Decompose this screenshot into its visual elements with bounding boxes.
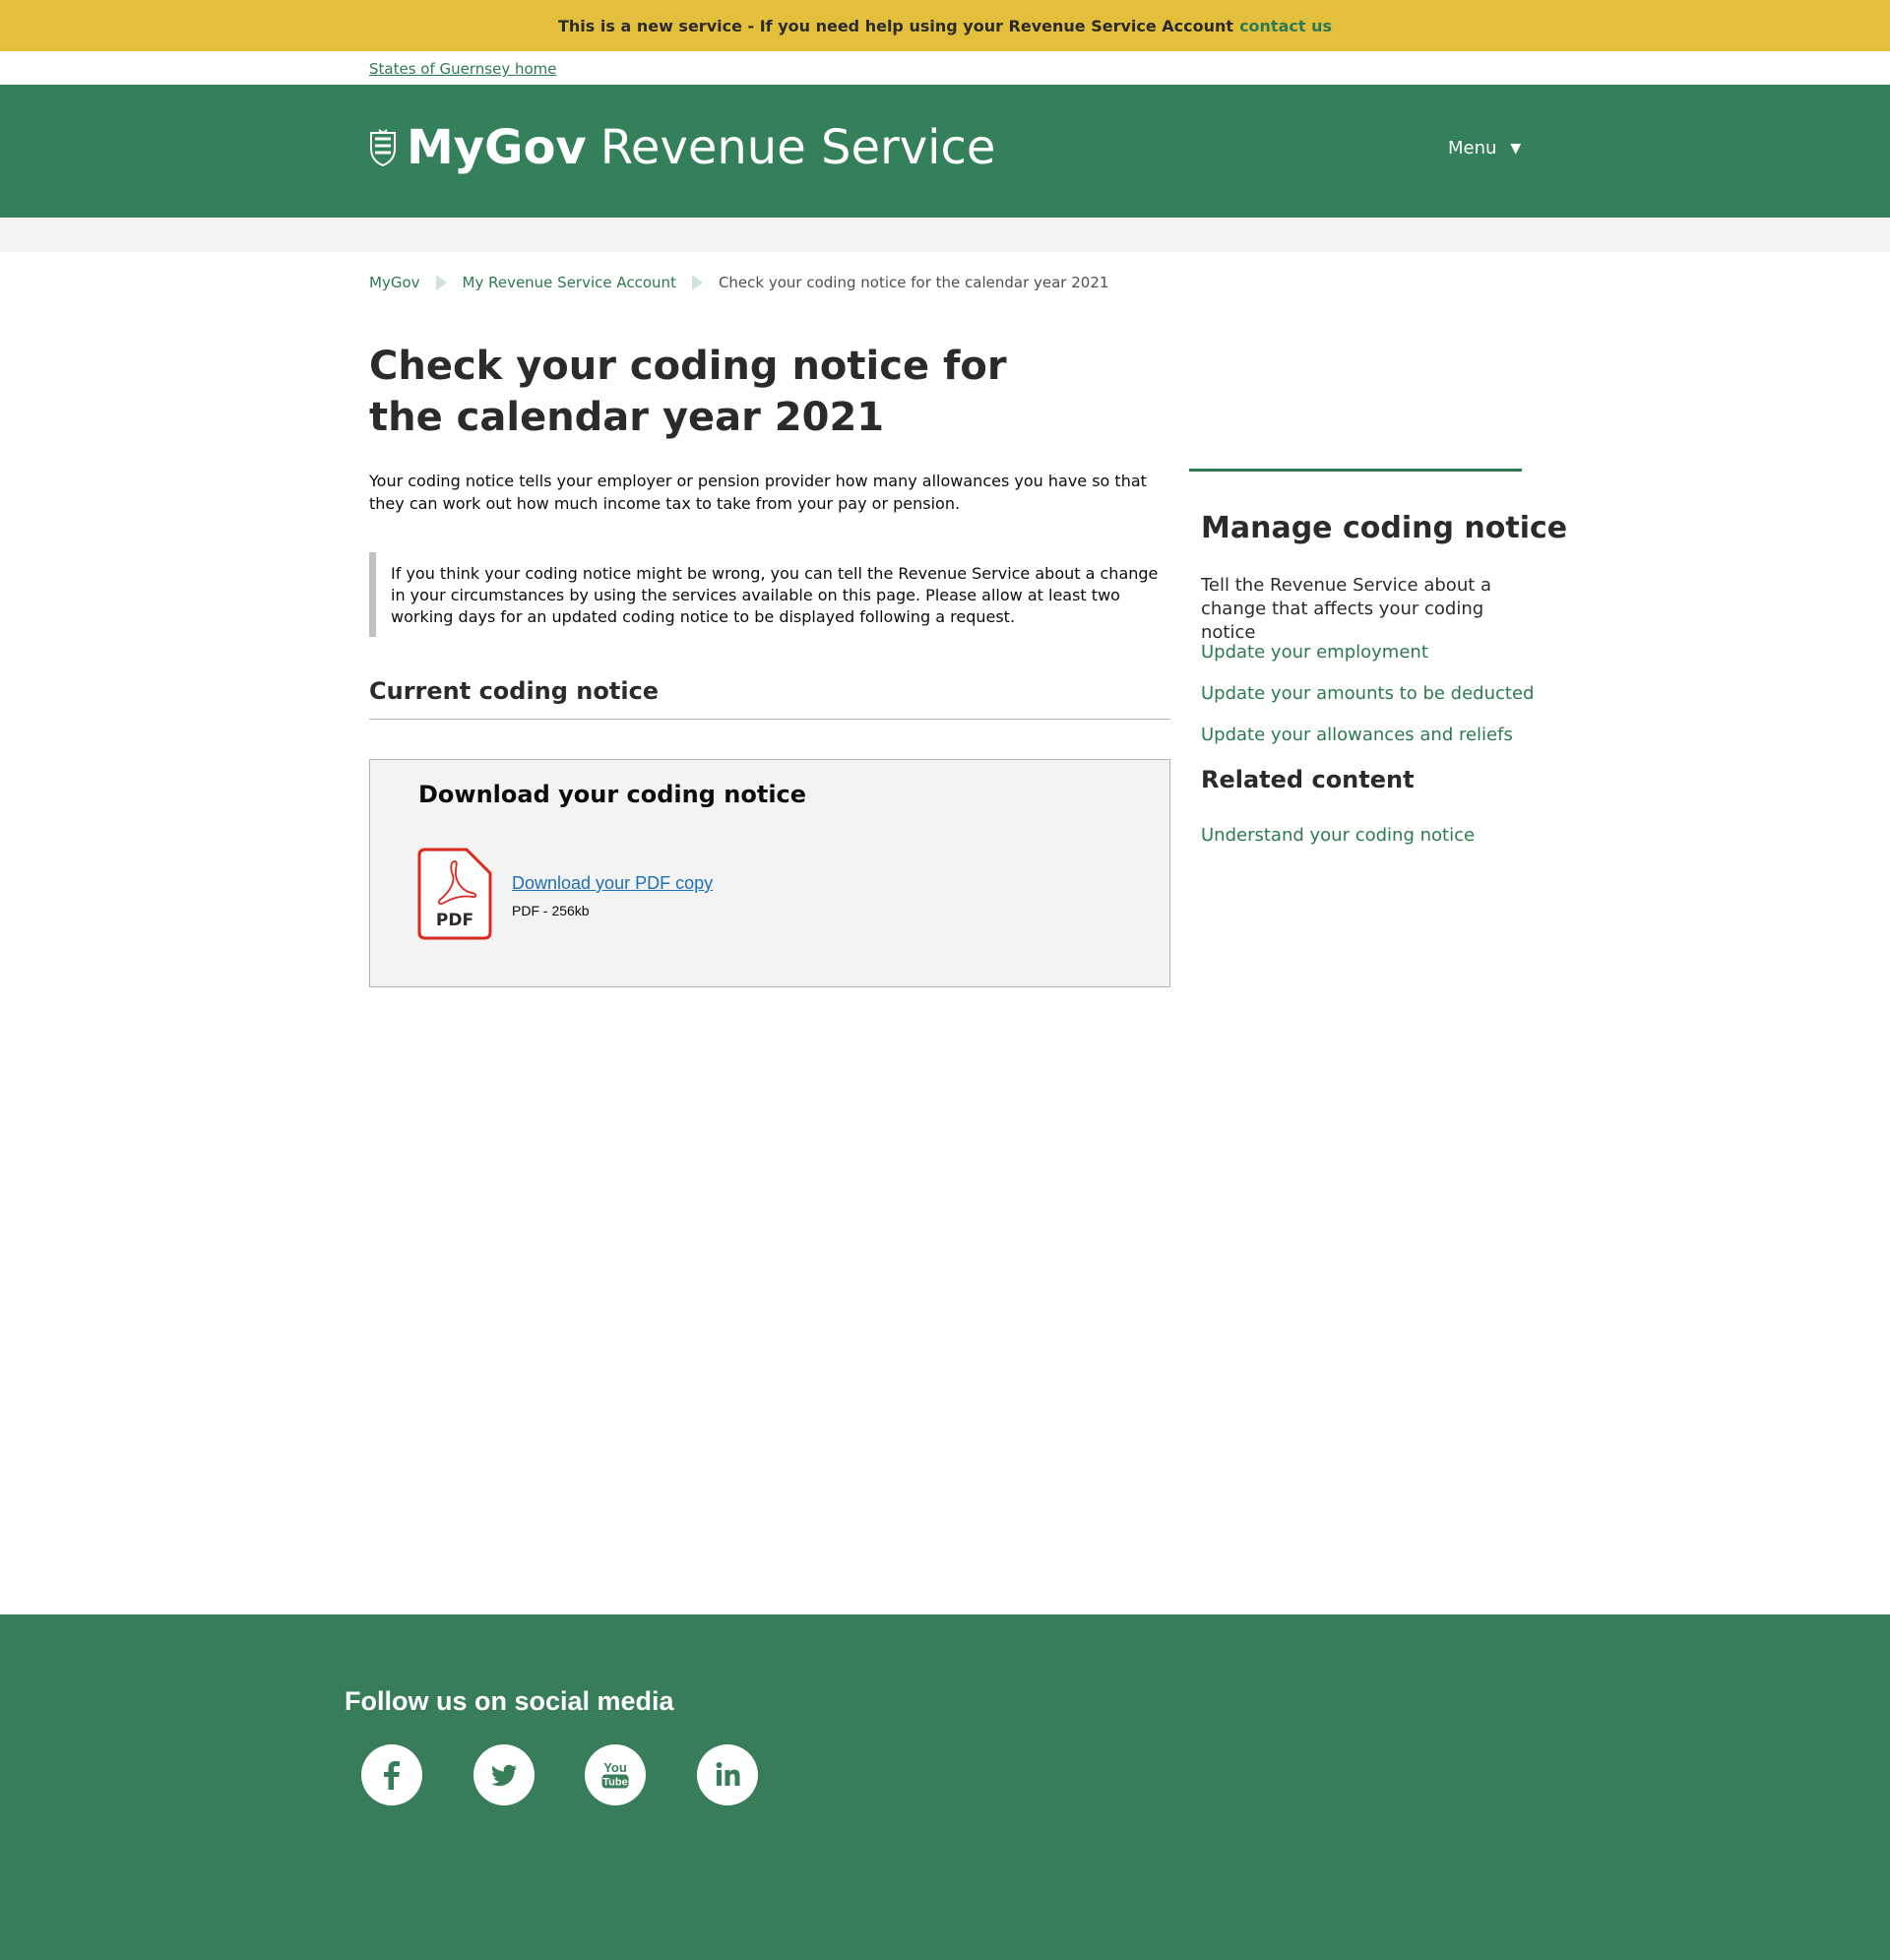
twitter-link[interactable] [473, 1744, 535, 1805]
guernsey-crest-icon [370, 129, 396, 166]
top-links-bar: States of Guernsey home [0, 51, 1890, 85]
download-heading: Download your coding notice [418, 781, 807, 808]
current-coding-notice-heading: Current coding notice [369, 677, 1170, 720]
download-pdf-link[interactable]: Download your PDF copy [512, 873, 713, 894]
breadcrumb: MyGov My Revenue Service Account Check y… [369, 274, 1108, 291]
home-logo-link[interactable]: MyGov Revenue Service [369, 120, 995, 175]
update-allowances-link[interactable]: Update your allowances and reliefs [1201, 725, 1513, 745]
related-content-heading: Related content [1201, 766, 1415, 793]
pdf-file-size: PDF - 256kb [512, 903, 590, 918]
breadcrumb-item-mygov[interactable]: MyGov [369, 274, 420, 291]
breadcrumb-item-revenue-account[interactable]: My Revenue Service Account [463, 274, 676, 291]
header-divider-bar [0, 218, 1890, 252]
breadcrumb-separator-icon [435, 275, 447, 290]
service-banner: This is a new service - If you need help… [0, 0, 1890, 51]
menu-button[interactable]: Menu ▼ [1448, 138, 1521, 158]
youtube-link[interactable]: You Tube [585, 1744, 646, 1805]
caret-down-icon: ▼ [1510, 140, 1522, 157]
linkedin-icon [716, 1762, 740, 1786]
banner-text: This is a new service - If you need help… [558, 16, 1234, 35]
brand-revenue-service: Revenue Service [599, 120, 996, 175]
download-panel: Download your coding notice PDF Download… [369, 759, 1170, 987]
youtube-icon: You Tube [601, 1760, 629, 1789]
pdf-file-icon: PDF [417, 848, 492, 940]
brand-mygov: MyGov [407, 120, 587, 175]
facebook-icon [384, 1761, 400, 1790]
social-heading: Follow us on social media [345, 1686, 674, 1716]
menu-label: Menu [1448, 138, 1497, 158]
intro-text: Your coding notice tells your employer o… [369, 472, 1147, 513]
understand-coding-notice-link[interactable]: Understand your coding notice [1201, 825, 1475, 846]
site-footer: Follow us on social media You Tube [0, 1614, 1890, 1960]
page-title: Check your coding notice for the calenda… [369, 344, 1007, 440]
youtube-tube-text: Tube [602, 1777, 627, 1789]
sidebar-description: Tell the Revenue Service about a change … [1201, 575, 1492, 643]
breadcrumb-current: Check your coding notice for the calenda… [718, 274, 1109, 291]
breadcrumb-separator-icon [691, 275, 703, 290]
inset-notice: If you think your coding notice might be… [369, 552, 1171, 637]
sidebar: Manage coding notice Tell the Revenue Se… [1189, 469, 1567, 846]
site-header: MyGov Revenue Service Menu ▼ [0, 85, 1890, 218]
linkedin-link[interactable] [697, 1744, 758, 1805]
twitter-icon [491, 1764, 517, 1787]
update-deductions-link[interactable]: Update your amounts to be deducted [1201, 683, 1534, 704]
update-employment-link[interactable]: Update your employment [1201, 642, 1428, 663]
contact-us-link[interactable]: contact us [1239, 17, 1332, 35]
sidebar-heading: Manage coding notice [1201, 511, 1568, 545]
facebook-link[interactable] [361, 1744, 422, 1805]
pdf-icon-label: PDF [436, 911, 473, 930]
states-of-guernsey-home-link[interactable]: States of Guernsey home [369, 60, 557, 78]
youtube-you-text: You [603, 1760, 627, 1775]
